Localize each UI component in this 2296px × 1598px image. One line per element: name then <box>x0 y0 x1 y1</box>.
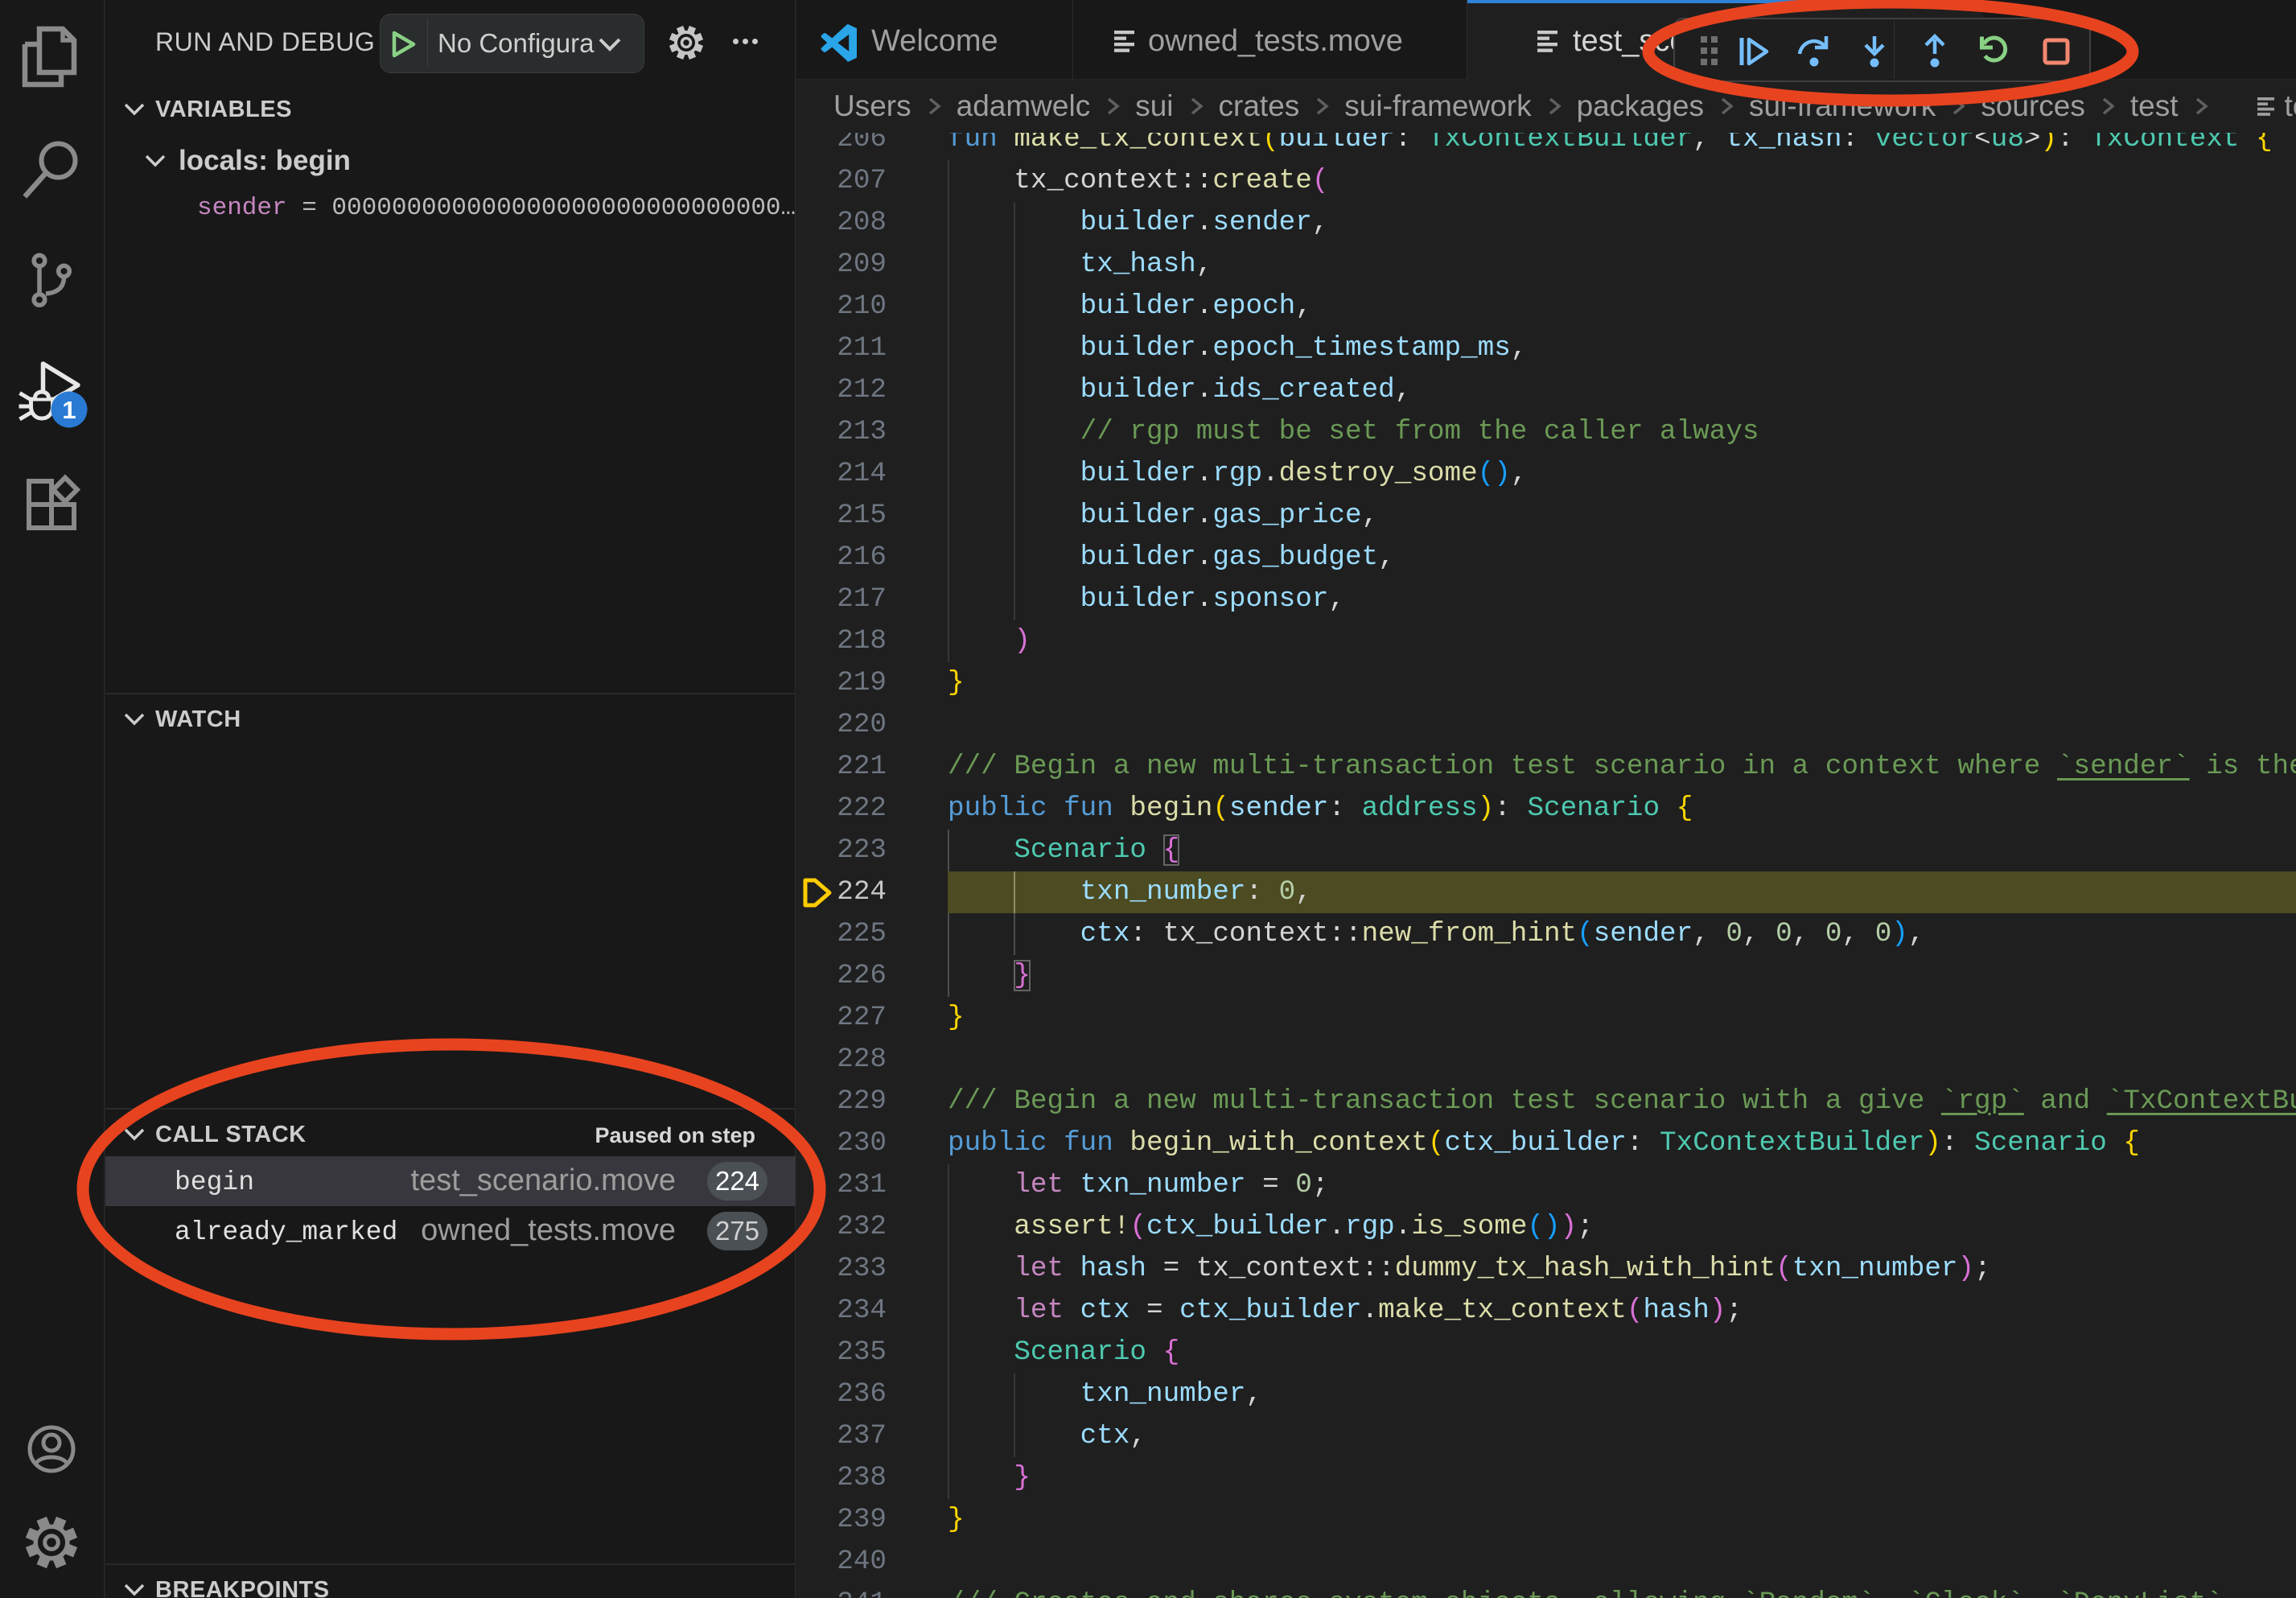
svg-text:1: 1 <box>62 396 76 424</box>
